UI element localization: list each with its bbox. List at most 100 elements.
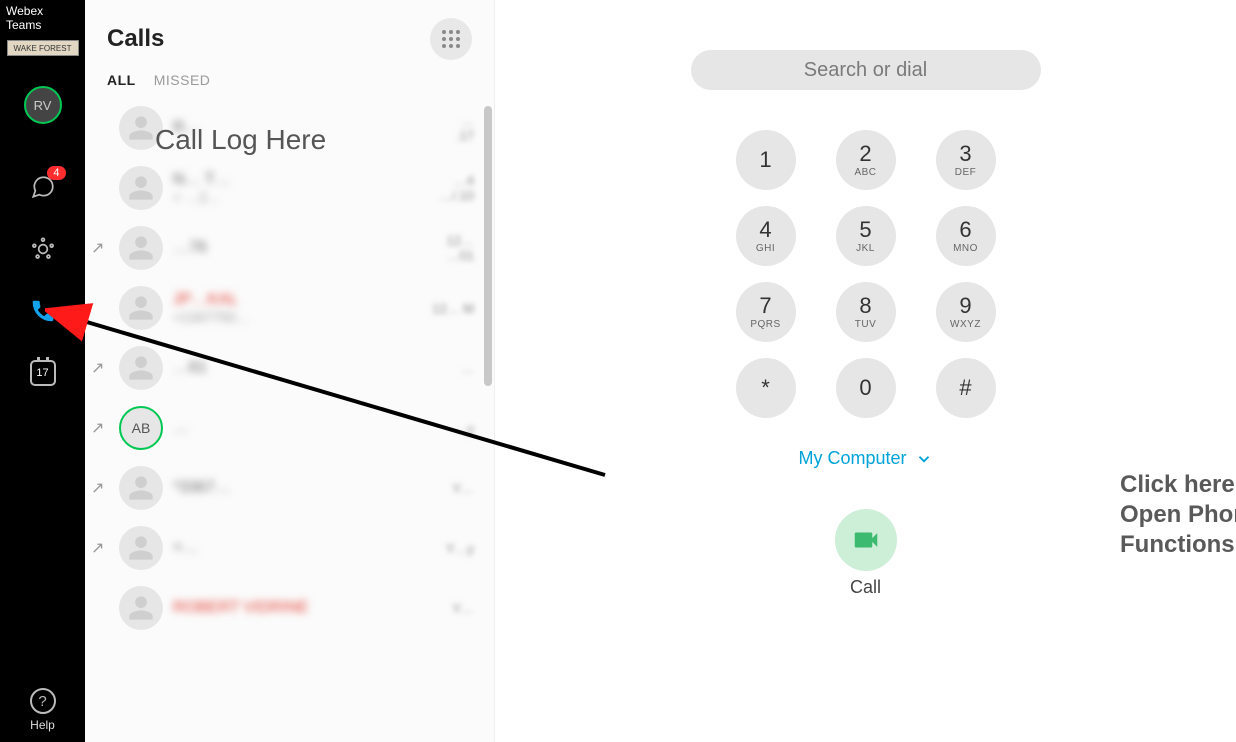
call-log-entry[interactable]: ↗ *3367… Y… bbox=[85, 458, 486, 518]
keypad-key-6[interactable]: 6 MNO bbox=[936, 206, 996, 266]
outgoing-arrow-icon: ↗ bbox=[91, 238, 109, 258]
entry-info: N… T… + …2… bbox=[173, 171, 384, 205]
dialpad-toggle-button[interactable] bbox=[430, 18, 472, 60]
contact-avatar bbox=[119, 346, 163, 390]
call-time: … bbox=[394, 361, 474, 376]
scrollbar[interactable] bbox=[484, 106, 492, 386]
help-section[interactable]: ? Help bbox=[30, 688, 56, 732]
contact-number: + …2… bbox=[173, 189, 384, 205]
call-button[interactable] bbox=[835, 509, 897, 571]
call-time: Y… bbox=[394, 481, 474, 496]
outgoing-arrow-icon: ↗ bbox=[91, 478, 109, 498]
tab-missed[interactable]: MISSED bbox=[154, 72, 211, 88]
contact-name: …61 bbox=[173, 359, 384, 377]
call-time: 12… M bbox=[394, 301, 474, 316]
key-digit: 6 bbox=[959, 219, 971, 241]
outgoing-arrow-icon: ↗ bbox=[91, 538, 109, 558]
call-log-entry[interactable]: ↗ …76 12……01 bbox=[85, 218, 486, 278]
call-log-entry[interactable]: ↗ …61 … bbox=[85, 338, 486, 398]
entry-info: +… bbox=[173, 539, 384, 557]
call-log-entry[interactable]: ↗ JP…KAL +1347750… 12… M bbox=[85, 278, 486, 338]
key-digit: * bbox=[761, 377, 770, 399]
user-avatar[interactable]: RV bbox=[24, 86, 62, 124]
call-time: Y…y bbox=[394, 541, 474, 556]
keypad-key-9[interactable]: 9 WXYZ bbox=[936, 282, 996, 342]
contact-avatar bbox=[119, 466, 163, 510]
contact-avatar bbox=[119, 166, 163, 210]
key-digit: 3 bbox=[959, 143, 971, 165]
entry-info: ROBERT VIDRINE bbox=[173, 599, 384, 617]
dialer-panel: Search or dial 1 2ABC 3 DEF 4 GHI 5 JKL 6 MNO 7 PQR… bbox=[495, 0, 1236, 742]
contact-name: … bbox=[173, 419, 384, 437]
calendar-icon[interactable]: 17 bbox=[28, 358, 58, 388]
keypad: 1 2ABC 3 DEF 4 GHI 5 JKL 6 MNO 7 PQRS 8 TUV 9 WXYZ * 0 # bbox=[716, 130, 1016, 418]
contact-name: *3367… bbox=[173, 479, 384, 497]
call-log-entry[interactable]: ↗ ROBERT VIDRINE Y… bbox=[85, 578, 486, 638]
call-time: …4…/.10 bbox=[394, 173, 474, 203]
key-letters: JKL bbox=[856, 243, 875, 254]
contact-avatar bbox=[119, 286, 163, 330]
call-label: Call bbox=[495, 577, 1236, 598]
messages-badge: 4 bbox=[47, 166, 65, 180]
keypad-key-8[interactable]: 8 TUV bbox=[836, 282, 896, 342]
contact-name: JP…KAL bbox=[173, 291, 384, 309]
keypad-key-0[interactable]: 0 bbox=[836, 358, 896, 418]
call-time: Y… bbox=[394, 601, 474, 616]
teams-icon[interactable] bbox=[28, 234, 58, 264]
key-digit: 0 bbox=[859, 377, 871, 399]
contact-name: +… bbox=[173, 539, 384, 557]
key-letters: TUV bbox=[855, 319, 877, 330]
calendar-day: 17 bbox=[36, 367, 48, 379]
calls-panel: Calls ALL MISSED Call Log Here ↗ R… ….17… bbox=[85, 0, 495, 742]
messages-icon[interactable]: 4 bbox=[28, 172, 58, 202]
key-letters: DEF bbox=[955, 167, 977, 178]
calls-icon[interactable] bbox=[28, 296, 58, 326]
entry-info: R… bbox=[173, 119, 384, 137]
keypad-key-5[interactable]: 5 JKL bbox=[836, 206, 896, 266]
key-digit: 9 bbox=[959, 295, 971, 317]
contact-avatar bbox=[119, 226, 163, 270]
video-call-icon bbox=[851, 525, 881, 555]
contact-name: R… bbox=[173, 119, 384, 137]
call-log-entry[interactable]: ↗ +… Y…y bbox=[85, 518, 486, 578]
call-time: ….17 bbox=[394, 113, 474, 143]
call-time: 12……01 bbox=[394, 233, 474, 263]
keypad-key-1[interactable]: 1 bbox=[736, 130, 796, 190]
keypad-key-4[interactable]: 4 GHI bbox=[736, 206, 796, 266]
key-letters: GHI bbox=[756, 243, 775, 254]
call-log-entry[interactable]: ↗ AB … …y bbox=[85, 398, 486, 458]
keypad-key-7[interactable]: 7 PQRS bbox=[736, 282, 796, 342]
outgoing-arrow-icon: ↗ bbox=[91, 358, 109, 378]
device-selector[interactable]: My Computer bbox=[495, 448, 1236, 469]
keypad-key-2[interactable]: 2ABC bbox=[836, 130, 896, 190]
entry-info: JP…KAL +1347750… bbox=[173, 291, 384, 325]
contact-name: …76 bbox=[173, 239, 384, 257]
key-letters: WXYZ bbox=[950, 319, 981, 330]
device-label: My Computer bbox=[798, 448, 906, 469]
tab-all[interactable]: ALL bbox=[107, 72, 136, 88]
outgoing-arrow-icon: ↗ bbox=[91, 418, 109, 438]
contact-number: +1347750… bbox=[173, 309, 384, 325]
contact-name: N… T… bbox=[173, 171, 384, 189]
key-letters: ABC bbox=[854, 167, 876, 178]
call-log-entry[interactable]: ↗ N… T… + …2… …4…/.10 bbox=[85, 158, 486, 218]
search-input[interactable]: Search or dial bbox=[691, 50, 1041, 90]
key-digit: # bbox=[959, 377, 971, 399]
key-digit: 4 bbox=[759, 219, 771, 241]
annotation-text: Click here to Open Phone Functions bbox=[1120, 470, 1236, 560]
key-digit: 8 bbox=[859, 295, 871, 317]
entry-info: …76 bbox=[173, 239, 384, 257]
call-time: …y bbox=[394, 421, 474, 436]
entry-info: *3367… bbox=[173, 479, 384, 497]
nav-rail: Webex Teams WAKE FOREST RV 4 17 ? Help bbox=[0, 0, 85, 742]
app-name: Webex Teams bbox=[0, 0, 85, 36]
key-letters: MNO bbox=[953, 243, 978, 254]
keypad-key-*[interactable]: * bbox=[736, 358, 796, 418]
panel-title: Calls bbox=[107, 25, 164, 53]
key-digit: 7 bbox=[759, 295, 771, 317]
key-letters: PQRS bbox=[750, 319, 780, 330]
entry-info: … bbox=[173, 419, 384, 437]
keypad-key-3[interactable]: 3 DEF bbox=[936, 130, 996, 190]
keypad-key-#[interactable]: # bbox=[936, 358, 996, 418]
key-digit: 5 bbox=[859, 219, 871, 241]
